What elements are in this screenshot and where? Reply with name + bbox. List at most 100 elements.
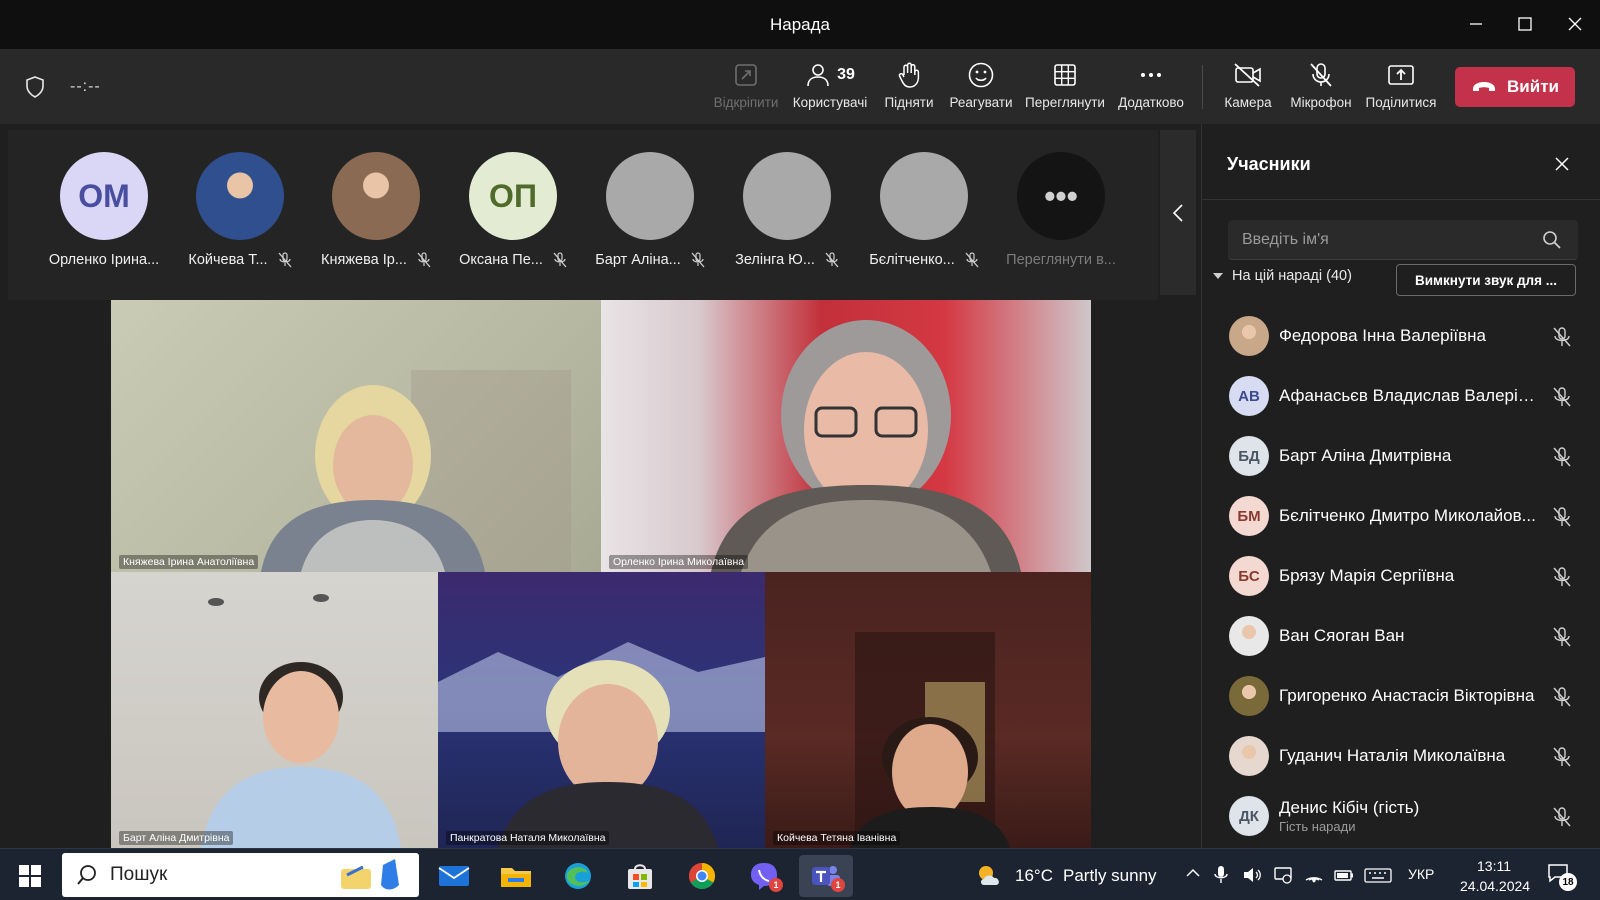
taskbar-viber[interactable]: 1 — [737, 855, 791, 897]
raise-hand-icon — [896, 61, 922, 89]
participant-video — [850, 632, 1010, 848]
view-all-participants[interactable]: ••• Переглянути в... — [996, 152, 1126, 268]
shield-icon[interactable] — [24, 75, 46, 99]
gallery-participant[interactable]: ОМ Орленко Ірина... — [39, 152, 169, 268]
avatar: БМ — [1229, 496, 1269, 536]
view-button[interactable]: Переглянути — [1022, 61, 1108, 110]
taskbar-mail[interactable] — [427, 855, 481, 897]
avatar — [1229, 736, 1269, 776]
people-button[interactable]: 39 Користувачі — [787, 61, 873, 132]
taskbar-explorer[interactable] — [489, 855, 543, 897]
participant-row[interactable]: Григоренко Анастасія Вікторівна — [1202, 666, 1600, 726]
avatar — [743, 152, 831, 240]
share-button[interactable]: Поділитися — [1358, 61, 1444, 110]
mic-off-icon — [1552, 746, 1572, 768]
mute-all-button[interactable]: Вимкнути звук для ... — [1396, 264, 1576, 296]
chevron-left-icon — [1172, 203, 1183, 222]
react-button[interactable]: Реагувати — [938, 61, 1024, 110]
language-indicator[interactable]: УКР — [1408, 866, 1434, 882]
close-window-button[interactable] — [1555, 8, 1595, 40]
participant-row[interactable]: БМ Бєлітченко Дмитро Миколайов... — [1202, 486, 1600, 546]
gallery-participant[interactable]: Койчева Т... — [175, 152, 305, 268]
mic-off-icon — [1552, 446, 1572, 468]
mic-off-icon — [825, 252, 839, 268]
meeting-toolbar: --:-- Відкріпити 39 Користувачі Підняти … — [0, 49, 1600, 132]
participant-row[interactable]: ДК Денис Кібіч (гість) Гість наради — [1202, 786, 1600, 846]
start-button[interactable] — [18, 864, 42, 888]
share-icon — [1387, 61, 1415, 89]
gallery-participant[interactable]: Барт Аліна... — [585, 152, 715, 268]
mic-off-icon — [1552, 386, 1572, 408]
taskbar-search[interactable]: Пошук — [62, 853, 419, 897]
clock[interactable]: 13:11 24.04.2024 — [1460, 856, 1530, 896]
participant-row[interactable]: Федорова Інна Валеріївна — [1202, 306, 1600, 366]
unpin-button[interactable]: Відкріпити — [703, 61, 789, 110]
volume-icon[interactable] — [1242, 865, 1262, 885]
gallery-participant[interactable]: Княжева Ір... — [311, 152, 441, 268]
more-icon — [1138, 61, 1164, 89]
video-tile[interactable]: Панкратова Наталя Миколаївна — [438, 572, 765, 848]
avatar: ОМ — [60, 152, 148, 240]
participant-gallery: ОМ Орленко Ірина... Койчева Т... Княжева Ір… — [8, 130, 1158, 300]
search-icon[interactable] — [1542, 230, 1562, 250]
show-hidden-icons-button[interactable] — [1185, 865, 1201, 881]
windows-logo-icon — [19, 865, 41, 887]
video-tile[interactable]: Койчева Тетяна Іванівна — [765, 572, 1091, 848]
participant-name: Оксана Пе... — [459, 252, 543, 268]
battery-icon[interactable] — [1333, 865, 1355, 885]
search-input[interactable] — [1242, 220, 1532, 260]
gallery-participant[interactable]: Бєлітченко... — [859, 152, 989, 268]
participant-name: Брязу Марія Сергіївна — [1279, 566, 1455, 585]
notification-center-button[interactable]: 18 — [1547, 861, 1577, 891]
gallery-participant[interactable]: ОП Оксана Пе... — [448, 152, 578, 268]
participants-panel: Учасники На цій нараді (40) Вимкнути зву… — [1201, 124, 1600, 848]
mic-off-icon — [1552, 506, 1572, 528]
keyboard-icon[interactable] — [1364, 865, 1392, 885]
participant-row[interactable]: Ван Сяоган Ван — [1202, 606, 1600, 666]
video-tile[interactable]: Барт Аліна Дмитрівна — [111, 572, 438, 848]
more-button[interactable]: Додатково — [1108, 61, 1194, 110]
mic-off-icon — [1552, 806, 1572, 828]
meeting-timer: --:-- — [70, 78, 101, 95]
avatar: АВ — [1229, 376, 1269, 416]
minimize-button[interactable] — [1456, 8, 1496, 40]
notification-badge: 1 — [831, 878, 845, 892]
participant-count: 39 — [837, 66, 855, 83]
participant-row[interactable]: БС Брязу Марія Сергіївна — [1202, 546, 1600, 606]
participant-name: Федорова Інна Валеріївна — [1279, 326, 1486, 345]
chrome-icon — [688, 862, 716, 890]
close-panel-button[interactable] — [1554, 156, 1570, 172]
window-title: Нарада — [769, 15, 830, 34]
participant-video — [711, 320, 1021, 572]
wifi-icon[interactable] — [1304, 865, 1324, 885]
participant-name: Афанасьєв Владислав Валерійо... — [1279, 386, 1544, 405]
weather-widget[interactable]: 16°C Partly sunny — [975, 863, 1157, 889]
video-grid: Княжева Ірина Анатоліївна Орленко Ірина … — [111, 300, 1091, 848]
section-toggle[interactable]: На цій нараді (40) — [1212, 268, 1352, 284]
display-icon[interactable] — [1273, 865, 1293, 885]
mic-off-icon — [965, 252, 979, 268]
taskbar-edge[interactable] — [551, 855, 605, 897]
participant-name: Григоренко Анастасія Вікторівна — [1279, 686, 1535, 705]
participant-row[interactable]: Гуданич Наталія Миколаївна — [1202, 726, 1600, 786]
taskbar-store[interactable] — [613, 855, 667, 897]
people-icon — [807, 64, 829, 87]
gallery-participant[interactable]: Зелінга Ю... — [722, 152, 852, 268]
participant-row[interactable]: АВ Афанасьєв Владислав Валерійо... — [1202, 366, 1600, 426]
mic-off-icon — [1552, 686, 1572, 708]
avatar: ДК — [1229, 796, 1269, 836]
video-name-label: Койчева Тетяна Іванівна — [773, 831, 901, 845]
microphone-button[interactable]: Мікрофон — [1278, 61, 1364, 110]
maximize-button[interactable] — [1505, 8, 1545, 40]
maximize-icon — [1518, 17, 1532, 31]
leave-button[interactable]: Вийти — [1455, 67, 1575, 107]
video-tile[interactable]: Орленко Ірина Миколаївна — [601, 300, 1091, 572]
participant-name: Денис Кібіч (гість) — [1279, 798, 1420, 817]
mic-tray-icon[interactable] — [1214, 865, 1228, 885]
gallery-collapse-button[interactable] — [1160, 130, 1196, 295]
video-tile[interactable]: Княжева Ірина Анатоліївна — [111, 300, 601, 572]
participant-row[interactable]: БД Барт Аліна Дмитрівна — [1202, 426, 1600, 486]
taskbar-teams[interactable]: 1 — [799, 855, 853, 897]
participant-name: Барт Аліна Дмитрівна — [1279, 446, 1452, 465]
taskbar-chrome[interactable] — [675, 855, 729, 897]
